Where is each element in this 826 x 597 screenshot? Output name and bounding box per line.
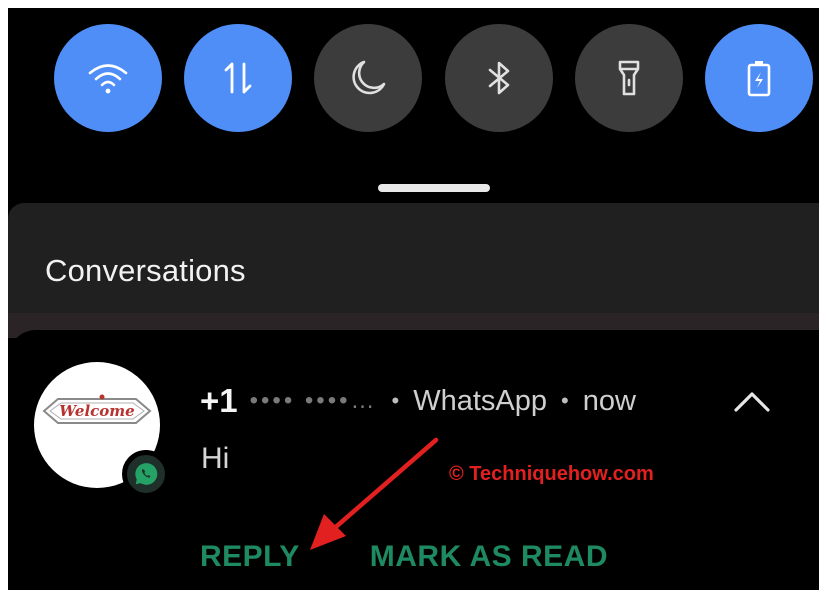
flashlight-icon (618, 60, 640, 96)
bluetooth-tile[interactable] (445, 24, 553, 132)
drag-handle[interactable] (378, 184, 490, 192)
quick-settings-panel (8, 8, 819, 203)
message-preview: Hi (201, 442, 230, 475)
whatsapp-icon (135, 463, 158, 485)
reply-button[interactable]: REPLY (200, 540, 300, 574)
sender-number: +1 (200, 382, 238, 419)
moon-icon (352, 60, 386, 95)
notification-shade: Conversations Welcome +1 •••• ••••… • Wh… (8, 8, 819, 590)
timestamp: now (582, 384, 636, 417)
mark-as-read-button[interactable]: MARK AS READ (370, 540, 608, 574)
data-arrows-icon (224, 62, 252, 94)
watermark: © Techniquehow.com (449, 463, 654, 485)
separator-dot: • (561, 388, 569, 413)
notification-actions: REPLY MARK AS READ (200, 540, 608, 574)
notification-card[interactable]: Welcome +1 •••• ••••… • WhatsApp • now H… (8, 330, 819, 590)
wifi-tile[interactable] (54, 24, 162, 132)
conversations-section: Conversations (8, 203, 819, 338)
flashlight-tile[interactable] (575, 24, 683, 132)
bluetooth-icon (488, 61, 510, 95)
mobile-data-tile[interactable] (184, 24, 292, 132)
app-badge (122, 450, 170, 498)
chevron-up-icon[interactable] (730, 386, 774, 416)
wifi-icon (88, 64, 128, 94)
battery-saver-tile[interactable] (705, 24, 813, 132)
do-not-disturb-tile[interactable] (314, 24, 422, 132)
avatar-text: Welcome (59, 402, 134, 420)
section-title: Conversations (45, 253, 246, 288)
battery-icon (747, 61, 771, 97)
red-arrow-annotation (310, 437, 439, 550)
